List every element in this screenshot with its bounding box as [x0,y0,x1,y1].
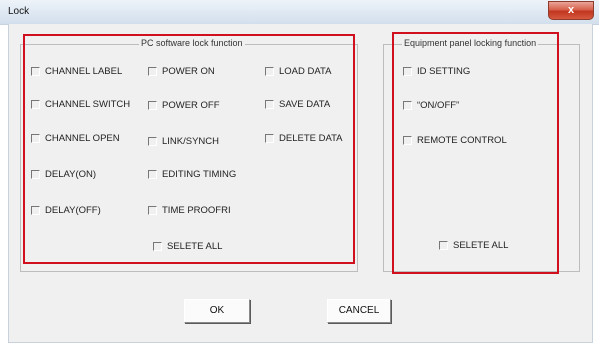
checkbox-id-setting[interactable]: ID SETTING [403,66,470,77]
checkbox-save-data[interactable]: SAVE DATA [265,99,330,110]
checkbox-icon [31,134,40,143]
pc-software-lock-group: PC software lock function [20,38,358,272]
checkbox-delay-on[interactable]: DELAY(ON) [31,169,96,180]
checkbox-icon [265,67,274,76]
checkbox-icon [403,136,412,145]
checkbox-label: CHANNEL LABEL [45,66,123,77]
close-button[interactable]: x [548,1,594,20]
checkbox-icon [439,241,448,250]
dialog-body: PC software lock function CHANNEL LABEL … [8,24,593,343]
checkbox-label: EDITING TIMING [162,169,237,180]
checkbox-time-proofri[interactable]: TIME PROOFRI [148,205,231,216]
checkbox-icon [153,242,162,251]
checkbox-icon [265,100,274,109]
cancel-button[interactable]: CANCEL [327,299,391,323]
checkbox-label: DELAY(ON) [45,169,97,180]
checkbox-on-off[interactable]: “ON/OFF” [403,100,459,111]
title-bar: Lock x [0,0,599,25]
checkbox-label: CHANNEL OPEN [45,133,120,144]
checkbox-icon [148,137,157,146]
checkbox-icon [31,170,40,179]
checkbox-delay-off[interactable]: DELAY(OFF) [31,205,101,216]
checkbox-delete-data[interactable]: DELETE DATA [265,133,343,144]
checkbox-icon [31,67,40,76]
checkbox-label: LOAD DATA [279,66,332,77]
checkbox-channel-label[interactable]: CHANNEL LABEL [31,66,122,77]
close-icon: x [567,4,575,16]
checkbox-icon [31,206,40,215]
checkbox-label: ID SETTING [417,66,471,77]
checkbox-label: POWER ON [162,66,215,77]
checkbox-label: TIME PROOFRI [162,205,231,216]
equipment-panel-lock-group: Equipment panel locking function [383,38,580,272]
checkbox-label: LINK/SYNCH [162,136,220,147]
checkbox-icon [403,101,412,110]
checkbox-power-on[interactable]: POWER ON [148,66,215,77]
checkbox-label: DELAY(OFF) [45,205,101,216]
checkbox-icon [265,134,274,143]
checkbox-icon [403,67,412,76]
checkbox-load-data[interactable]: LOAD DATA [265,66,331,77]
checkbox-icon [148,206,157,215]
checkbox-icon [148,67,157,76]
window-title: Lock [8,6,30,17]
checkbox-power-off[interactable]: POWER OFF [148,100,220,111]
checkbox-link-synch[interactable]: LINK/SYNCH [148,136,219,147]
checkbox-icon [148,170,157,179]
checkbox-editing-timing[interactable]: EDITING TIMING [148,169,236,180]
checkbox-icon [148,101,157,110]
checkbox-label: SAVE DATA [279,99,331,110]
checkbox-channel-open[interactable]: CHANNEL OPEN [31,133,120,144]
checkbox-label: SELETE ALL [167,241,223,252]
checkbox-label: POWER OFF [162,100,220,111]
checkbox-label: SELETE ALL [453,240,509,251]
checkbox-icon [31,100,40,109]
checkbox-label: “ON/OFF” [417,100,460,111]
panel-group-title: Equipment panel locking function [402,38,539,48]
checkbox-label: REMOTE CONTROL [417,135,507,146]
checkbox-label: CHANNEL SWITCH [45,99,131,110]
checkbox-panel-select-all[interactable]: SELETE ALL [439,240,508,251]
checkbox-remote-control[interactable]: REMOTE CONTROL [403,135,507,146]
ok-button[interactable]: OK [184,299,250,323]
checkbox-channel-switch[interactable]: CHANNEL SWITCH [31,99,130,110]
pc-group-title: PC software lock function [139,38,245,48]
checkbox-label: DELETE DATA [279,133,343,144]
checkbox-pc-select-all[interactable]: SELETE ALL [153,241,222,252]
